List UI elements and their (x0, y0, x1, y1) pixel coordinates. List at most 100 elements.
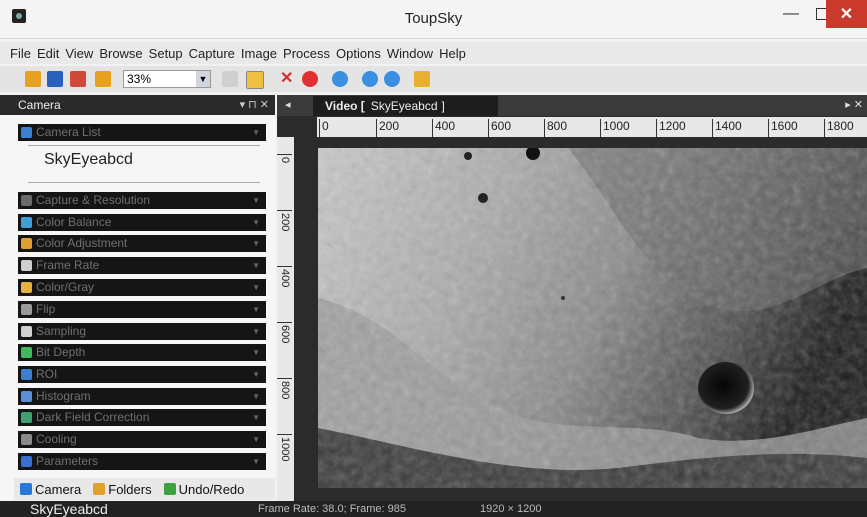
tab-scroll-left-icon[interactable]: ◂ (285, 98, 291, 111)
color-balance-icon (21, 217, 32, 228)
section-cooling[interactable]: Cooling ▼ (18, 431, 266, 448)
record-icon[interactable] (302, 71, 318, 87)
status-camera: SkyEyeabcd (30, 501, 108, 517)
video-tab-label: Video [ (325, 99, 365, 113)
panel-tabs: Camera Folders Undo/Redo (14, 478, 275, 500)
camera-list-item[interactable]: SkyEyeabcd (44, 151, 133, 169)
tab-video[interactable]: Video [SkyEyeabcd] (313, 96, 498, 116)
ruler-tick: 1400 (712, 119, 742, 137)
video-area: ◂ Video [SkyEyeabcd] ▸ ✕ 0 200 400 600 8… (277, 95, 867, 501)
ruler-tick: 0 (319, 119, 329, 137)
section-label: Color/Gray (36, 280, 95, 294)
section-sampling[interactable]: Sampling ▼ (18, 323, 266, 340)
zoom-value: 33% (127, 72, 152, 86)
ruler-tick: 200 (277, 209, 292, 232)
hand-icon[interactable] (246, 71, 264, 89)
ruler-tick: 400 (431, 119, 456, 137)
section-color-adjustment[interactable]: Color Adjustment ▼ (18, 235, 266, 252)
flip-icon (21, 304, 32, 315)
section-label: Color Adjustment (36, 236, 128, 250)
chevron-down-icon: ▼ (252, 413, 260, 422)
save-as-icon[interactable] (70, 71, 86, 87)
section-label: Cooling (36, 432, 77, 446)
chevron-down-icon: ▼ (252, 348, 260, 357)
tab-folders[interactable]: Folders (87, 482, 157, 497)
cooling-icon (21, 434, 32, 445)
ruler-tick: 600 (487, 119, 512, 137)
histogram-icon (21, 391, 32, 402)
chevron-down-icon: ▼ (252, 128, 260, 137)
chevron-down-icon: ▼ (252, 327, 260, 336)
menu-setup[interactable]: Setup (149, 46, 189, 61)
camera-list-icon (21, 127, 32, 138)
section-frame-rate[interactable]: Frame Rate ▼ (18, 257, 266, 274)
section-label: Frame Rate (36, 258, 100, 272)
crater (561, 296, 565, 300)
ruler-tick: 1000 (277, 433, 292, 462)
tab-camera[interactable]: Camera (14, 482, 87, 497)
status-bar: SkyEyeabcd Frame Rate: 38.0; Frame: 985 … (0, 501, 867, 517)
menu-window[interactable]: Window (387, 46, 439, 61)
ruler-tick: 800 (543, 119, 568, 137)
ruler-tick: 1000 (600, 119, 630, 137)
menu-file[interactable]: File (10, 46, 37, 61)
section-roi[interactable]: ROI ▼ (18, 366, 266, 383)
ruler-tick: 600 (277, 321, 292, 344)
chevron-down-icon: ▼ (252, 392, 260, 401)
select-icon[interactable] (222, 71, 238, 87)
zoom-select[interactable]: 33% ▼ (123, 70, 211, 88)
section-label: Flip (36, 302, 56, 316)
menu-browse[interactable]: Browse (99, 46, 148, 61)
chevron-down-icon: ▼ (252, 435, 260, 444)
camera-tab-icon (20, 483, 32, 495)
tab-label: Camera (35, 481, 82, 497)
tab-label: Folders (108, 481, 152, 497)
menu-help[interactable]: Help (439, 46, 472, 61)
parameters-icon (21, 456, 32, 467)
ruler-tick: 800 (277, 377, 292, 400)
menu-process[interactable]: Process (283, 46, 336, 61)
chevron-down-icon: ▼ (252, 239, 260, 248)
menu-options[interactable]: Options (336, 46, 387, 61)
crater (698, 362, 754, 414)
close-button[interactable]: ✕ (826, 0, 867, 28)
stop-icon[interactable]: ✕ (280, 71, 296, 87)
section-flip[interactable]: Flip ▼ (18, 301, 266, 318)
crater (464, 152, 472, 160)
section-color-gray[interactable]: Color/Gray ▼ (18, 279, 266, 296)
chevron-down-icon[interactable]: ▼ (196, 71, 210, 87)
panel-controls[interactable]: ▾ ⊓ ✕ (240, 95, 269, 115)
section-histogram[interactable]: Histogram ▼ (18, 388, 266, 405)
panel-header: Camera ▾ ⊓ ✕ (0, 95, 275, 115)
settings-icon[interactable] (414, 71, 430, 87)
section-parameters[interactable]: Parameters ▼ (18, 453, 266, 470)
window-title: ToupSky (404, 10, 463, 27)
tab-undo-redo[interactable]: Undo/Redo (158, 482, 251, 497)
chevron-down-icon: ▼ (252, 261, 260, 270)
tab-nav-icon[interactable]: ▸ ✕ (845, 98, 863, 111)
snapshot-icon[interactable] (332, 71, 348, 87)
section-bit-depth[interactable]: Bit Depth ▼ (18, 344, 266, 361)
live-video-frame[interactable] (318, 148, 867, 488)
open-folder-icon[interactable] (25, 71, 41, 87)
menu-capture[interactable]: Capture (189, 46, 241, 61)
chevron-down-icon: ▼ (252, 283, 260, 292)
section-capture-resolution[interactable]: Capture & Resolution ▼ (18, 192, 266, 209)
rotate-left-icon[interactable] (362, 71, 378, 87)
ruler-tick: 200 (375, 119, 400, 137)
bit-depth-icon (21, 347, 32, 358)
save-icon[interactable] (47, 71, 63, 87)
section-label: ROI (36, 367, 58, 381)
section-dark-field-correction[interactable]: Dark Field Correction ▼ (18, 409, 266, 426)
section-camera-list[interactable]: Camera List ▼ (18, 124, 266, 141)
frame-rate-icon (21, 260, 32, 271)
rotate-right-icon[interactable] (384, 71, 400, 87)
menu-bar: File Edit View Browse Setup Capture Imag… (0, 42, 867, 64)
section-color-balance[interactable]: Color Balance ▼ (18, 214, 266, 231)
menu-view[interactable]: View (65, 46, 99, 61)
folder-icon[interactable] (95, 71, 111, 87)
status-resolution: 1920 × 1200 (480, 503, 542, 515)
vertical-ruler: 0 200 400 600 800 1000 (277, 137, 294, 501)
menu-image[interactable]: Image (241, 46, 283, 61)
menu-edit[interactable]: Edit (37, 46, 65, 61)
